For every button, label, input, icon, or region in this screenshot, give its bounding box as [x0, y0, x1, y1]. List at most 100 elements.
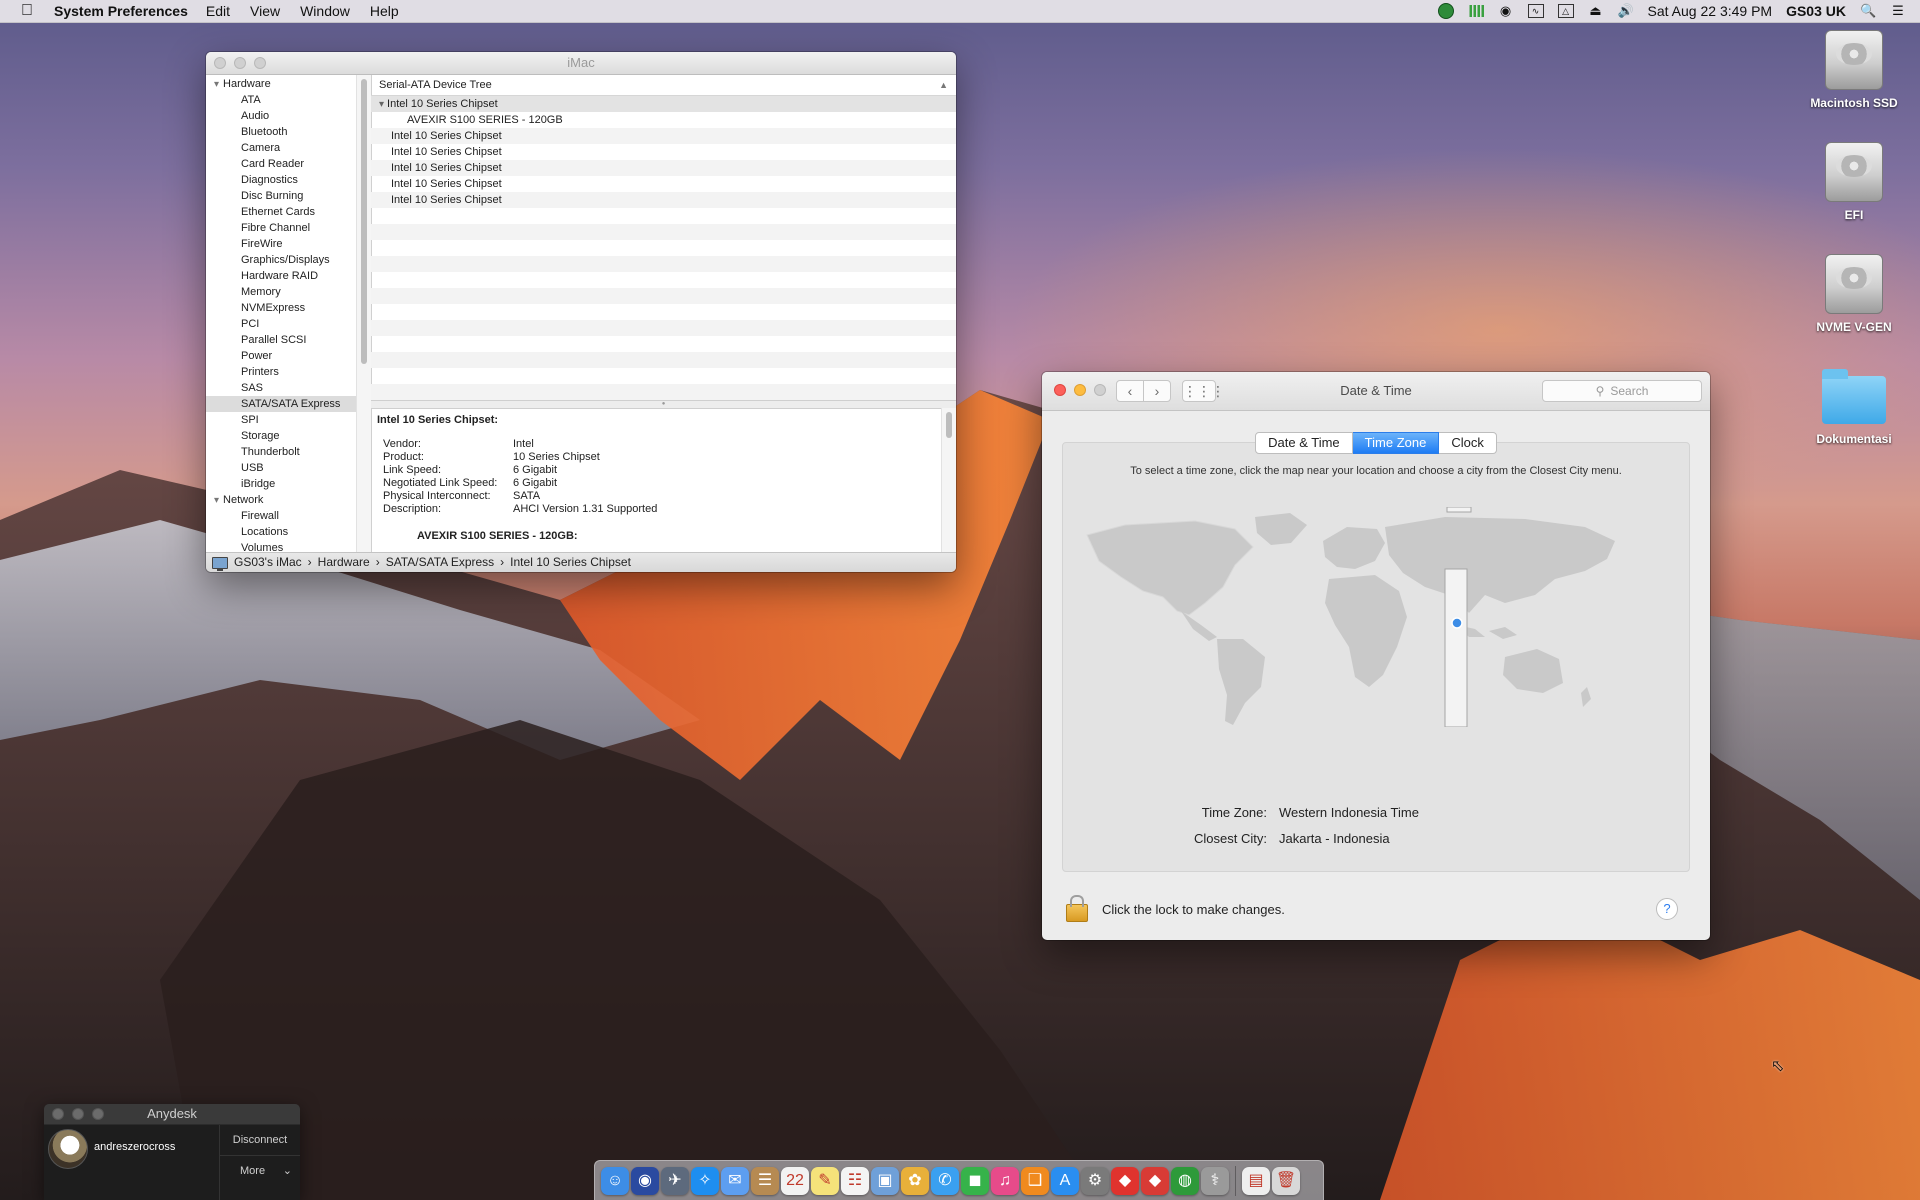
- desktop-icon-efi[interactable]: EFI: [1789, 142, 1919, 222]
- tab-time-zone[interactable]: Time Zone: [1352, 432, 1440, 454]
- finder-icon[interactable]: ☺: [601, 1166, 629, 1195]
- sidebar-item-ata[interactable]: ATA: [206, 92, 356, 108]
- sidebar-item-pci[interactable]: PCI: [206, 316, 356, 332]
- notification-center-icon[interactable]: ☰: [1890, 4, 1906, 18]
- sidebar-item-sata-sata-express[interactable]: SATA/SATA Express: [206, 396, 356, 412]
- minimize-button[interactable]: [72, 1108, 84, 1120]
- sidebar-item-bluetooth[interactable]: Bluetooth: [206, 124, 356, 140]
- sidebar-item-diagnostics[interactable]: Diagnostics: [206, 172, 356, 188]
- photos-preview-icon[interactable]: ▣: [871, 1166, 899, 1195]
- sidebar-item-ibridge[interactable]: iBridge: [206, 476, 356, 492]
- sidebar-item-firewire[interactable]: FireWire: [206, 236, 356, 252]
- safari-icon[interactable]: ✧: [691, 1166, 719, 1195]
- notes-icon[interactable]: ✎: [811, 1166, 839, 1195]
- sidebar-group-hardware[interactable]: Hardware: [206, 76, 356, 92]
- tree-row[interactable]: Intel 10 Series Chipset: [371, 176, 956, 192]
- messages-icon[interactable]: ✆: [931, 1166, 959, 1195]
- sidebar-item-card-reader[interactable]: Card Reader: [206, 156, 356, 172]
- sidebar-item-nvmexpress[interactable]: NVMExpress: [206, 300, 356, 316]
- photos-icon[interactable]: ✿: [901, 1166, 929, 1195]
- sidebar-item-spi[interactable]: SPI: [206, 412, 356, 428]
- desktop-icon-nvme-v-gen[interactable]: NVME V-GEN: [1789, 254, 1919, 334]
- disconnect-button[interactable]: Disconnect: [220, 1125, 300, 1156]
- menu-window[interactable]: Window: [300, 3, 350, 19]
- desktop-icon-macintosh-ssd[interactable]: Macintosh SSD: [1789, 30, 1919, 110]
- minimize-button[interactable]: [234, 57, 246, 69]
- siri-icon[interactable]: ◉: [631, 1166, 659, 1195]
- closest-city-value[interactable]: Jakarta - Indonesia: [1279, 829, 1390, 855]
- zoom-button[interactable]: [92, 1108, 104, 1120]
- sidebar-scrollbar[interactable]: [356, 75, 372, 553]
- detail-scrollbar[interactable]: [941, 408, 956, 553]
- sidebar-item-locations[interactable]: Locations: [206, 524, 356, 540]
- itunes-icon[interactable]: ♫: [991, 1166, 1019, 1195]
- more-button[interactable]: More ⌄: [220, 1156, 300, 1186]
- tree-row-root[interactable]: Intel 10 Series Chipset: [371, 96, 956, 112]
- ibooks-icon[interactable]: ❑: [1021, 1166, 1049, 1195]
- tree-row[interactable]: Intel 10 Series Chipset: [371, 128, 956, 144]
- zoom-button[interactable]: [254, 57, 266, 69]
- sidebar-item-graphics-displays[interactable]: Graphics/Displays: [206, 252, 356, 268]
- sidebar-item-thunderbolt[interactable]: Thunderbolt: [206, 444, 356, 460]
- search-input[interactable]: ⚲ Search: [1542, 380, 1702, 402]
- facetime-icon[interactable]: ◼: [961, 1166, 989, 1195]
- sidebar-item-memory[interactable]: Memory: [206, 284, 356, 300]
- path-item-sata[interactable]: SATA/SATA Express: [386, 553, 494, 572]
- close-button[interactable]: [214, 57, 226, 69]
- sidebar-item-parallel-scsi[interactable]: Parallel SCSI: [206, 332, 356, 348]
- mail-icon[interactable]: ✉: [721, 1166, 749, 1195]
- nvidia-icon[interactable]: ◉: [1498, 4, 1514, 18]
- window-titlebar[interactable]: iMac: [206, 52, 956, 75]
- sidebar-item-audio[interactable]: Audio: [206, 108, 356, 124]
- system-preferences-icon[interactable]: ⚙: [1081, 1166, 1109, 1195]
- world-map[interactable]: [1085, 507, 1659, 727]
- anydesk-status-icon[interactable]: [1437, 3, 1454, 19]
- app-store-icon[interactable]: A: [1051, 1166, 1079, 1195]
- sidebar-item-printers[interactable]: Printers: [206, 364, 356, 380]
- desktop-icon-dokumentasi[interactable]: Dokumentasi: [1789, 369, 1919, 446]
- sidebar-item-hardware-raid[interactable]: Hardware RAID: [206, 268, 356, 284]
- downloads-stack-icon[interactable]: ▤: [1242, 1166, 1270, 1195]
- volume-icon[interactable]: 🔊: [1618, 4, 1634, 18]
- close-button[interactable]: [52, 1108, 64, 1120]
- activity-monitor-icon[interactable]: ∿: [1527, 4, 1544, 18]
- trash-icon[interactable]: 🗑: [1272, 1166, 1300, 1195]
- tree-row-child[interactable]: AVEXIR S100 SERIES - 120GB: [371, 112, 956, 128]
- sidebar-item-power[interactable]: Power: [206, 348, 356, 364]
- window-titlebar[interactable]: Anydesk: [44, 1104, 300, 1124]
- lock-icon[interactable]: [1066, 895, 1088, 922]
- user-menu[interactable]: GS03 UK: [1786, 3, 1846, 19]
- eject-icon[interactable]: ⏏: [1588, 4, 1604, 18]
- tab-clock[interactable]: Clock: [1439, 432, 1497, 454]
- menu-view[interactable]: View: [250, 3, 280, 19]
- path-item-device[interactable]: Intel 10 Series Chipset: [510, 553, 631, 572]
- help-button[interactable]: ?: [1656, 898, 1678, 920]
- signal-bars-icon[interactable]: [1467, 5, 1484, 17]
- menubar-clock[interactable]: Sat Aug 22 3:49 PM: [1648, 3, 1773, 19]
- tree-row[interactable]: Intel 10 Series Chipset: [371, 192, 956, 208]
- path-item-computer[interactable]: GS03's iMac: [234, 553, 302, 572]
- globe-app-icon[interactable]: ◍: [1171, 1166, 1199, 1195]
- app-menu[interactable]: System Preferences: [54, 3, 188, 19]
- path-item-hardware[interactable]: Hardware: [318, 553, 370, 572]
- calendar-icon[interactable]: 22: [781, 1166, 809, 1195]
- window-titlebar[interactable]: ‹ › ⋮⋮⋮ Date & Time ⚲ Search: [1042, 372, 1710, 411]
- anydesk-remote-icon[interactable]: ◆: [1141, 1166, 1169, 1195]
- reminders-icon[interactable]: ☷: [841, 1166, 869, 1195]
- sidebar-item-usb[interactable]: USB: [206, 460, 356, 476]
- sidebar-item-fibre-channel[interactable]: Fibre Channel: [206, 220, 356, 236]
- menu-help[interactable]: Help: [370, 3, 399, 19]
- sidebar-group-network[interactable]: Network: [206, 492, 356, 508]
- apple-menu-icon[interactable]: : [0, 2, 54, 20]
- contacts-icon[interactable]: ☰: [751, 1166, 779, 1195]
- menu-edit[interactable]: Edit: [206, 3, 230, 19]
- spotlight-search-icon[interactable]: 🔍: [1860, 4, 1876, 18]
- disk-utility-icon[interactable]: ⚕: [1201, 1166, 1229, 1195]
- tab-date-time[interactable]: Date & Time: [1255, 432, 1353, 454]
- scrollbar-thumb[interactable]: [946, 412, 952, 438]
- sidebar-item-firewall[interactable]: Firewall: [206, 508, 356, 524]
- tree-row[interactable]: Intel 10 Series Chipset: [371, 144, 956, 160]
- sidebar-item-ethernet-cards[interactable]: Ethernet Cards: [206, 204, 356, 220]
- device-tree-column-header[interactable]: Serial-ATA Device Tree ▲: [371, 75, 956, 96]
- airplay-icon[interactable]: △: [1557, 4, 1574, 18]
